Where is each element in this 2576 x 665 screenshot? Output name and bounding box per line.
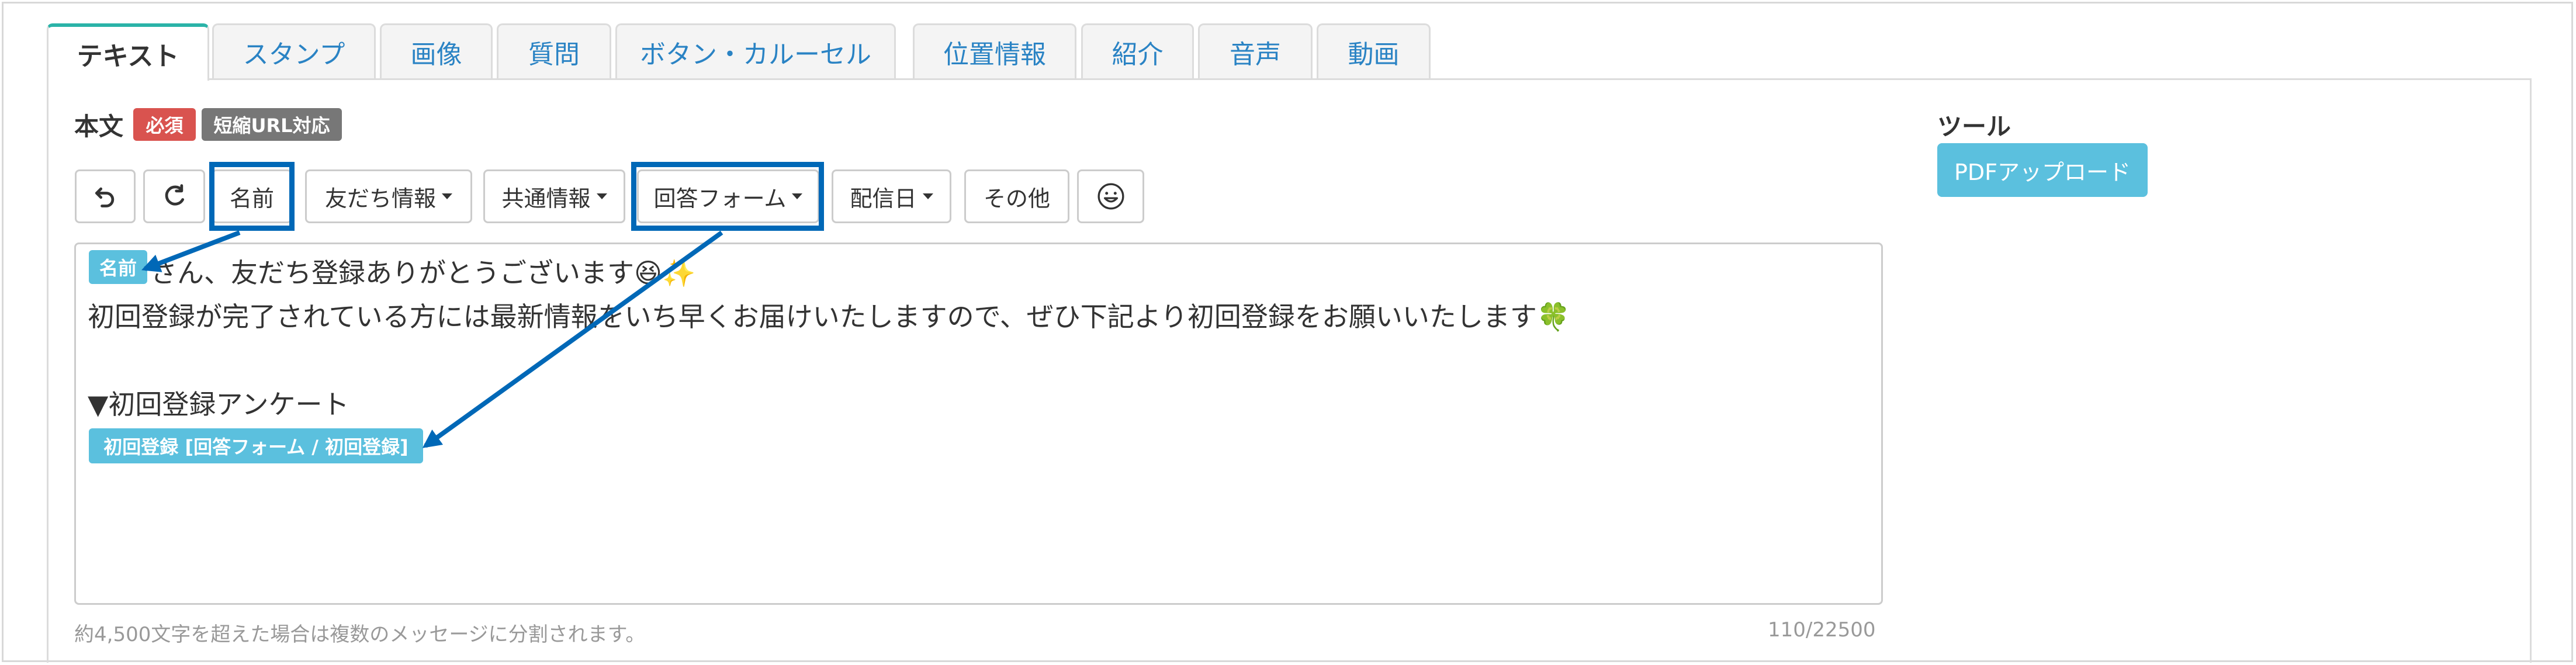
annotation-arrows [141,230,723,448]
arrow-to-form-tag [422,230,723,448]
tab-text[interactable]: テキスト [47,23,209,81]
pdf-upload-button[interactable]: PDFアップロード [1937,143,2148,197]
split-message-notice: 約4,500文字を超えた場合は複数のメッセージに分割されます。 [74,623,646,646]
tools-label: ツール [1937,112,2011,141]
character-count: 110/22500 [1768,618,1876,642]
arrow-to-name-tag [141,230,241,272]
